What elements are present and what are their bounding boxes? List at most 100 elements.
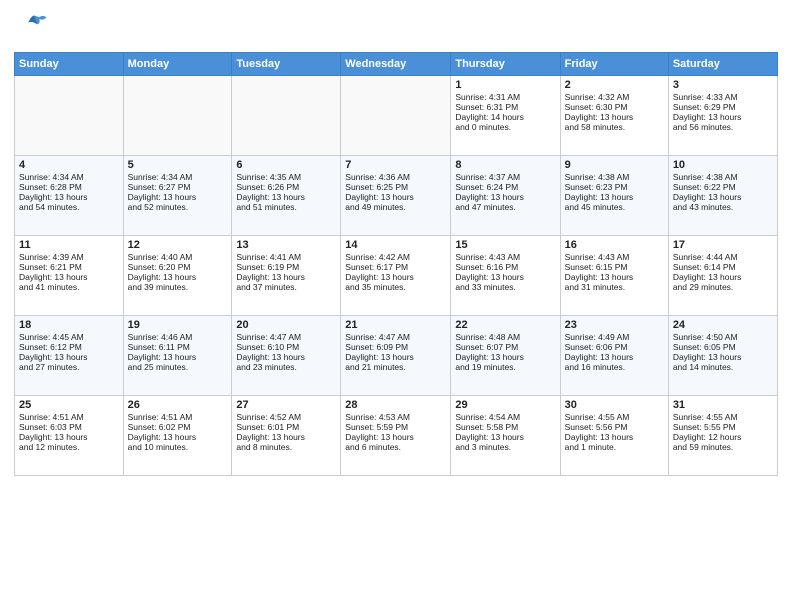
day-info: Daylight: 13 hours: [455, 272, 555, 282]
calendar-cell: 16Sunrise: 4:43 AMSunset: 6:15 PMDayligh…: [560, 236, 668, 316]
day-info: Daylight: 13 hours: [19, 352, 119, 362]
calendar-cell: [341, 76, 451, 156]
day-info: Sunset: 6:09 PM: [345, 342, 446, 352]
day-info: and 54 minutes.: [19, 202, 119, 212]
day-info: and 29 minutes.: [673, 282, 773, 292]
day-info: Daylight: 13 hours: [673, 352, 773, 362]
day-info: Sunrise: 4:53 AM: [345, 412, 446, 422]
day-number: 16: [565, 239, 664, 251]
day-number: 3: [673, 79, 773, 91]
calendar-cell: 3Sunrise: 4:33 AMSunset: 6:29 PMDaylight…: [668, 76, 777, 156]
calendar-cell: 18Sunrise: 4:45 AMSunset: 6:12 PMDayligh…: [15, 316, 124, 396]
day-info: Daylight: 13 hours: [673, 112, 773, 122]
day-info: Sunset: 6:05 PM: [673, 342, 773, 352]
logo: [14, 10, 54, 46]
weekday-header-wednesday: Wednesday: [341, 53, 451, 76]
day-info: Daylight: 13 hours: [128, 432, 228, 442]
day-info: Daylight: 13 hours: [19, 272, 119, 282]
day-info: and 14 minutes.: [673, 362, 773, 372]
week-row-0: 1Sunrise: 4:31 AMSunset: 6:31 PMDaylight…: [15, 76, 778, 156]
day-info: Sunset: 5:58 PM: [455, 422, 555, 432]
day-number: 12: [128, 239, 228, 251]
day-number: 20: [236, 319, 336, 331]
day-info: Daylight: 13 hours: [236, 352, 336, 362]
day-info: and 0 minutes.: [455, 122, 555, 132]
day-info: Sunrise: 4:55 AM: [673, 412, 773, 422]
day-info: Daylight: 13 hours: [236, 432, 336, 442]
day-info: Sunrise: 4:51 AM: [128, 412, 228, 422]
calendar-cell: 12Sunrise: 4:40 AMSunset: 6:20 PMDayligh…: [123, 236, 232, 316]
day-info: and 37 minutes.: [236, 282, 336, 292]
day-info: Sunrise: 4:34 AM: [128, 172, 228, 182]
day-info: Sunrise: 4:43 AM: [565, 252, 664, 262]
day-number: 24: [673, 319, 773, 331]
day-info: Sunrise: 4:41 AM: [236, 252, 336, 262]
calendar-cell: 11Sunrise: 4:39 AMSunset: 6:21 PMDayligh…: [15, 236, 124, 316]
weekday-header-sunday: Sunday: [15, 53, 124, 76]
day-number: 26: [128, 399, 228, 411]
day-info: Sunset: 6:20 PM: [128, 262, 228, 272]
weekday-header-monday: Monday: [123, 53, 232, 76]
day-info: Sunset: 6:01 PM: [236, 422, 336, 432]
calendar-cell: 9Sunrise: 4:38 AMSunset: 6:23 PMDaylight…: [560, 156, 668, 236]
day-info: Daylight: 13 hours: [565, 112, 664, 122]
weekday-header-tuesday: Tuesday: [232, 53, 341, 76]
calendar-cell: 1Sunrise: 4:31 AMSunset: 6:31 PMDaylight…: [451, 76, 560, 156]
day-info: Sunset: 6:07 PM: [455, 342, 555, 352]
calendar-cell: [232, 76, 341, 156]
week-row-4: 25Sunrise: 4:51 AMSunset: 6:03 PMDayligh…: [15, 396, 778, 476]
day-info: and 51 minutes.: [236, 202, 336, 212]
day-info: Sunset: 6:06 PM: [565, 342, 664, 352]
day-info: Sunrise: 4:38 AM: [565, 172, 664, 182]
calendar-cell: 14Sunrise: 4:42 AMSunset: 6:17 PMDayligh…: [341, 236, 451, 316]
day-number: 2: [565, 79, 664, 91]
day-number: 19: [128, 319, 228, 331]
day-info: Daylight: 12 hours: [673, 432, 773, 442]
calendar-cell: 23Sunrise: 4:49 AMSunset: 6:06 PMDayligh…: [560, 316, 668, 396]
day-info: Daylight: 13 hours: [455, 192, 555, 202]
day-number: 28: [345, 399, 446, 411]
day-info: Sunrise: 4:48 AM: [455, 332, 555, 342]
day-info: Daylight: 14 hours: [455, 112, 555, 122]
day-info: Daylight: 13 hours: [236, 192, 336, 202]
day-info: Sunset: 6:17 PM: [345, 262, 446, 272]
day-info: Daylight: 13 hours: [565, 432, 664, 442]
day-info: Sunset: 6:25 PM: [345, 182, 446, 192]
day-number: 31: [673, 399, 773, 411]
day-info: and 39 minutes.: [128, 282, 228, 292]
day-info: Sunset: 6:03 PM: [19, 422, 119, 432]
day-info: and 16 minutes.: [565, 362, 664, 372]
day-info: Daylight: 13 hours: [345, 272, 446, 282]
day-info: Daylight: 13 hours: [565, 192, 664, 202]
calendar-cell: 21Sunrise: 4:47 AMSunset: 6:09 PMDayligh…: [341, 316, 451, 396]
day-info: and 41 minutes.: [19, 282, 119, 292]
day-info: Daylight: 13 hours: [236, 272, 336, 282]
day-info: and 10 minutes.: [128, 442, 228, 452]
day-info: Daylight: 13 hours: [345, 192, 446, 202]
day-info: Sunset: 6:31 PM: [455, 102, 555, 112]
day-number: 23: [565, 319, 664, 331]
calendar: SundayMondayTuesdayWednesdayThursdayFrid…: [14, 52, 778, 476]
day-number: 1: [455, 79, 555, 91]
day-info: Daylight: 13 hours: [565, 272, 664, 282]
calendar-cell: 30Sunrise: 4:55 AMSunset: 5:56 PMDayligh…: [560, 396, 668, 476]
calendar-cell: 15Sunrise: 4:43 AMSunset: 6:16 PMDayligh…: [451, 236, 560, 316]
day-number: 27: [236, 399, 336, 411]
day-info: and 52 minutes.: [128, 202, 228, 212]
day-info: Sunrise: 4:33 AM: [673, 92, 773, 102]
day-info: Sunrise: 4:45 AM: [19, 332, 119, 342]
day-info: and 35 minutes.: [345, 282, 446, 292]
day-info: Sunset: 6:30 PM: [565, 102, 664, 112]
day-info: Daylight: 13 hours: [128, 352, 228, 362]
day-info: Sunrise: 4:55 AM: [565, 412, 664, 422]
day-number: 6: [236, 159, 336, 171]
day-info: and 49 minutes.: [345, 202, 446, 212]
day-info: Daylight: 13 hours: [455, 432, 555, 442]
day-info: and 21 minutes.: [345, 362, 446, 372]
day-info: Sunset: 6:10 PM: [236, 342, 336, 352]
day-info: Sunrise: 4:32 AM: [565, 92, 664, 102]
calendar-cell: 20Sunrise: 4:47 AMSunset: 6:10 PMDayligh…: [232, 316, 341, 396]
day-info: Sunrise: 4:46 AM: [128, 332, 228, 342]
week-row-2: 11Sunrise: 4:39 AMSunset: 6:21 PMDayligh…: [15, 236, 778, 316]
day-number: 7: [345, 159, 446, 171]
